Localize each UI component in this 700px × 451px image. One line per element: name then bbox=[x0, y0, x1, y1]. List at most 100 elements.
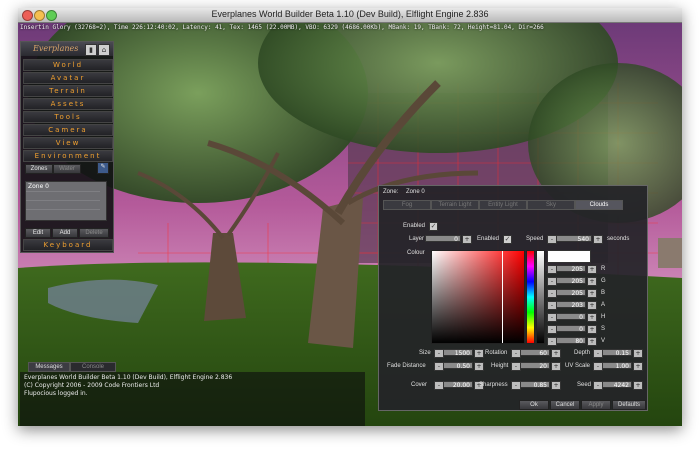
sharpness-value[interactable]: 0.85 bbox=[520, 381, 550, 389]
channel-b-stepper[interactable]: -205 + bbox=[547, 289, 597, 298]
speed-label: Speed bbox=[526, 236, 544, 242]
channel-increment-button[interactable]: + bbox=[587, 337, 597, 346]
channel-g-stepper[interactable]: -205 + bbox=[547, 277, 597, 286]
pick-tool-icon[interactable]: ✎ bbox=[97, 162, 109, 174]
delete-zone-button[interactable]: Delete bbox=[79, 228, 109, 238]
seed-value[interactable]: 4242 bbox=[602, 381, 632, 389]
channel-increment-button[interactable]: + bbox=[587, 325, 597, 334]
channel-v-stepper[interactable]: -80 + bbox=[547, 337, 597, 346]
fade-increment-button[interactable]: + bbox=[474, 362, 484, 371]
seed-stepper[interactable]: - 4242 + bbox=[593, 381, 643, 390]
channel-value[interactable]: 203 bbox=[556, 301, 586, 309]
tab-sky[interactable]: Sky bbox=[527, 200, 575, 210]
menu-item-terrain[interactable]: Terrain bbox=[23, 85, 113, 97]
fade-distance-value[interactable]: 0.50 bbox=[443, 362, 473, 370]
channel-increment-button[interactable]: + bbox=[587, 289, 597, 298]
fade-distance-stepper[interactable]: - 0.50 + bbox=[434, 362, 484, 371]
cover-stepper[interactable]: - 20.00 + bbox=[434, 381, 484, 390]
channel-value[interactable]: 205 bbox=[556, 289, 586, 297]
channel-r-stepper[interactable]: -205 + bbox=[547, 265, 597, 274]
zone-list[interactable]: Zone 0 bbox=[25, 181, 107, 221]
zone-label: Zone: bbox=[383, 189, 399, 195]
alpha-slider[interactable] bbox=[536, 250, 545, 344]
uv-scale-value[interactable]: 1.00 bbox=[602, 362, 632, 370]
defaults-button[interactable]: Defaults bbox=[612, 400, 646, 410]
menu-item-keyboard[interactable]: Keyboard bbox=[23, 239, 113, 251]
tab-water[interactable]: Water bbox=[53, 164, 81, 174]
size-stepper[interactable]: - 1500 + bbox=[434, 349, 484, 358]
layer-value[interactable]: 0 bbox=[425, 235, 461, 243]
channel-increment-button[interactable]: + bbox=[587, 313, 597, 322]
channel-increment-button[interactable]: + bbox=[587, 265, 597, 274]
rotation-increment-button[interactable]: + bbox=[551, 349, 561, 358]
channel-increment-button[interactable]: + bbox=[587, 277, 597, 286]
zone-environment-dialog: Zone: Zone 0 Fog Terrain Light Entity Li… bbox=[378, 185, 648, 411]
colour-saturation-value-picker[interactable] bbox=[431, 250, 525, 344]
console-line: (C) Copyright 2006 - 2009 Code Frontiers… bbox=[24, 382, 160, 389]
uv-scale-increment-button[interactable]: + bbox=[633, 362, 643, 371]
speed-stepper[interactable]: - 540 + bbox=[547, 235, 603, 244]
tab-fog[interactable]: Fog bbox=[383, 200, 431, 210]
channel-value[interactable]: 205 bbox=[556, 277, 586, 285]
size-increment-button[interactable]: + bbox=[474, 349, 484, 358]
layer-increment-button[interactable]: + bbox=[462, 235, 472, 244]
channel-increment-button[interactable]: + bbox=[587, 301, 597, 310]
channel-s-stepper[interactable]: -0 + bbox=[547, 325, 597, 334]
message-console: Messages Console Everplanes World Builde… bbox=[20, 362, 365, 426]
clouds-enabled-checkbox[interactable]: ✓ bbox=[429, 222, 438, 231]
height-value[interactable]: 20 bbox=[520, 362, 550, 370]
speed-increment-button[interactable]: + bbox=[593, 235, 603, 244]
height-increment-button[interactable]: + bbox=[551, 362, 561, 371]
channel-value[interactable]: 0 bbox=[556, 313, 586, 321]
menu-item-environment[interactable]: Environment bbox=[23, 150, 113, 162]
add-zone-button[interactable]: Add bbox=[52, 228, 78, 238]
depth-value[interactable]: 0.15 bbox=[602, 349, 632, 357]
menu-item-world[interactable]: World bbox=[23, 59, 113, 71]
channel-label: V bbox=[601, 338, 606, 344]
depth-stepper[interactable]: - 0.15 + bbox=[593, 349, 643, 358]
tab-entity-light[interactable]: Entity Light bbox=[479, 200, 527, 210]
tab-terrain-light[interactable]: Terrain Light bbox=[431, 200, 479, 210]
apply-button[interactable]: Apply bbox=[581, 400, 611, 410]
lock-icon[interactable]: ⌂ bbox=[98, 44, 110, 56]
brand-logo: Everplanes bbox=[33, 44, 79, 53]
menu-item-tools[interactable]: Tools bbox=[23, 111, 113, 123]
menu-item-avatar[interactable]: Avatar bbox=[23, 72, 113, 84]
sharpness-stepper[interactable]: - 0.85 + bbox=[511, 381, 561, 390]
layer-enabled-checkbox[interactable]: ✓ bbox=[503, 235, 512, 244]
menu-item-assets[interactable]: Assets bbox=[23, 98, 113, 110]
channel-value[interactable]: 205 bbox=[556, 265, 586, 273]
menu-item-camera[interactable]: Camera bbox=[23, 124, 113, 136]
list-item bbox=[26, 209, 100, 218]
layer-stepper[interactable]: 0 + bbox=[425, 235, 472, 244]
edit-zone-button[interactable]: Edit bbox=[25, 228, 51, 238]
console-line: Flupocious logged in. bbox=[24, 390, 88, 397]
channel-a-stepper[interactable]: -203 + bbox=[547, 301, 597, 310]
height-stepper[interactable]: - 20 + bbox=[511, 362, 561, 371]
cancel-button[interactable]: Cancel bbox=[550, 400, 580, 410]
tab-zones[interactable]: Zones bbox=[25, 164, 53, 174]
depth-increment-button[interactable]: + bbox=[633, 349, 643, 358]
channel-value[interactable]: 80 bbox=[556, 337, 586, 345]
tab-messages[interactable]: Messages bbox=[28, 362, 70, 372]
uv-scale-stepper[interactable]: - 1.00 + bbox=[593, 362, 643, 371]
console-line: Everplanes World Builder Beta 1.10 (Dev … bbox=[24, 374, 233, 381]
cover-value[interactable]: 20.00 bbox=[443, 381, 473, 389]
speed-unit: seconds bbox=[607, 236, 630, 242]
sharpness-increment-button[interactable]: + bbox=[551, 381, 561, 390]
hue-slider[interactable] bbox=[526, 250, 535, 344]
speed-value[interactable]: 540 bbox=[556, 235, 592, 243]
pin-icon[interactable]: ▮ bbox=[85, 44, 97, 56]
rotation-stepper[interactable]: - 60 + bbox=[511, 349, 561, 358]
list-item[interactable]: Zone 0 bbox=[26, 182, 100, 190]
channel-h-stepper[interactable]: -0 + bbox=[547, 313, 597, 322]
seed-increment-button[interactable]: + bbox=[633, 381, 643, 390]
size-value[interactable]: 1500 bbox=[443, 349, 473, 357]
ok-button[interactable]: Ok bbox=[519, 400, 549, 410]
rotation-value[interactable]: 60 bbox=[520, 349, 550, 357]
hud-status-line: Insertin Glory (32768=2), Time 226:12:40… bbox=[20, 24, 544, 31]
channel-value[interactable]: 0 bbox=[556, 325, 586, 333]
tab-console[interactable]: Console bbox=[70, 362, 116, 372]
tab-clouds[interactable]: Clouds bbox=[575, 200, 623, 210]
menu-item-view[interactable]: View bbox=[23, 137, 113, 149]
